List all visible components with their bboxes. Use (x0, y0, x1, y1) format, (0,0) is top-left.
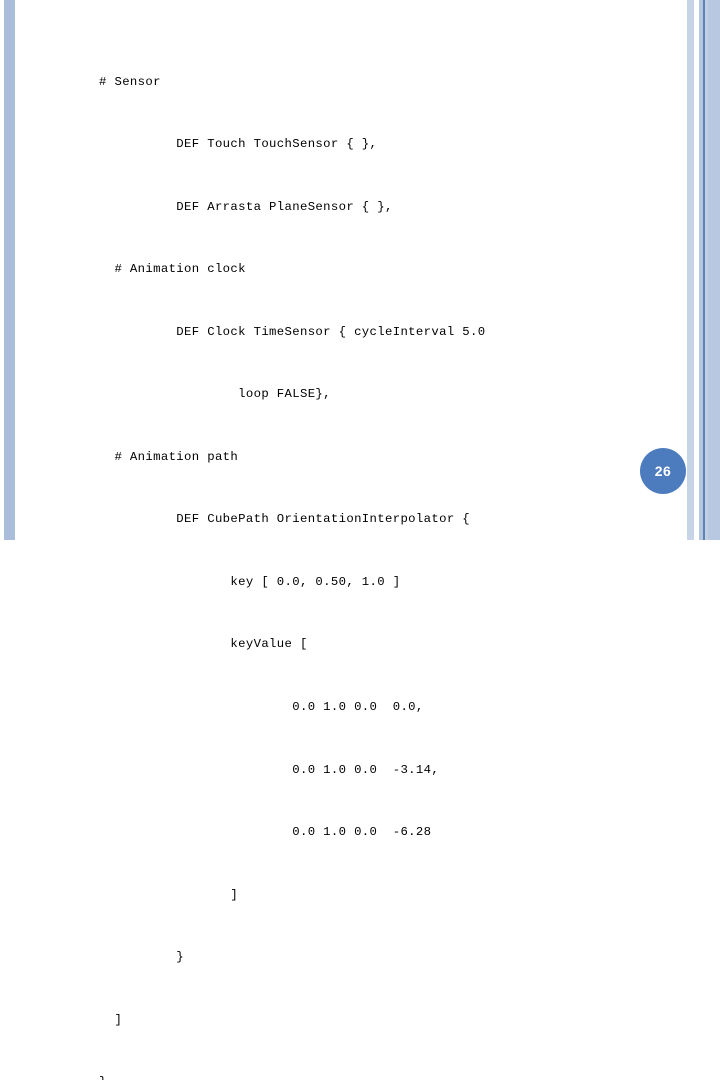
code-line: 0.0 1.0 0.0 0.0, (99, 700, 424, 714)
code-line: DEF Clock TimeSensor { cycleInterval 5.0 (99, 324, 486, 339)
page-number-badge: 26 (640, 448, 686, 494)
code-line: loop FALSE}, (99, 387, 331, 402)
code-block: # Sensor DEF Touch TouchSensor { }, DEF … (99, 30, 699, 1080)
code-line: } (99, 950, 185, 965)
slide-canvas: # Sensor DEF Touch TouchSensor { }, DEF … (0, 0, 720, 1080)
left-accent-stripe (4, 0, 15, 540)
code-line: key [ 0.0, 0.50, 1.0 ] (99, 574, 401, 589)
code-line: DEF CubePath OrientationInterpolator { (99, 512, 471, 527)
code-line: 0.0 1.0 0.0 -3.14, (99, 762, 440, 777)
code-line: 0.0 1.0 0.0 -6.28 (99, 825, 432, 840)
code-line: ] (99, 1012, 123, 1027)
code-line: DEF Arrasta PlaneSensor { }, (99, 199, 393, 214)
code-line: # Animation clock (99, 262, 246, 277)
right-accent-stripe-edge (708, 0, 720, 540)
code-line: keyValue [ (99, 637, 308, 652)
code-line: # Animation path (99, 449, 239, 464)
code-line: DEF Touch TouchSensor { }, (99, 137, 378, 152)
code-line: ] (99, 887, 239, 902)
code-line: # Sensor (99, 74, 161, 89)
code-line: } (99, 1072, 699, 1080)
